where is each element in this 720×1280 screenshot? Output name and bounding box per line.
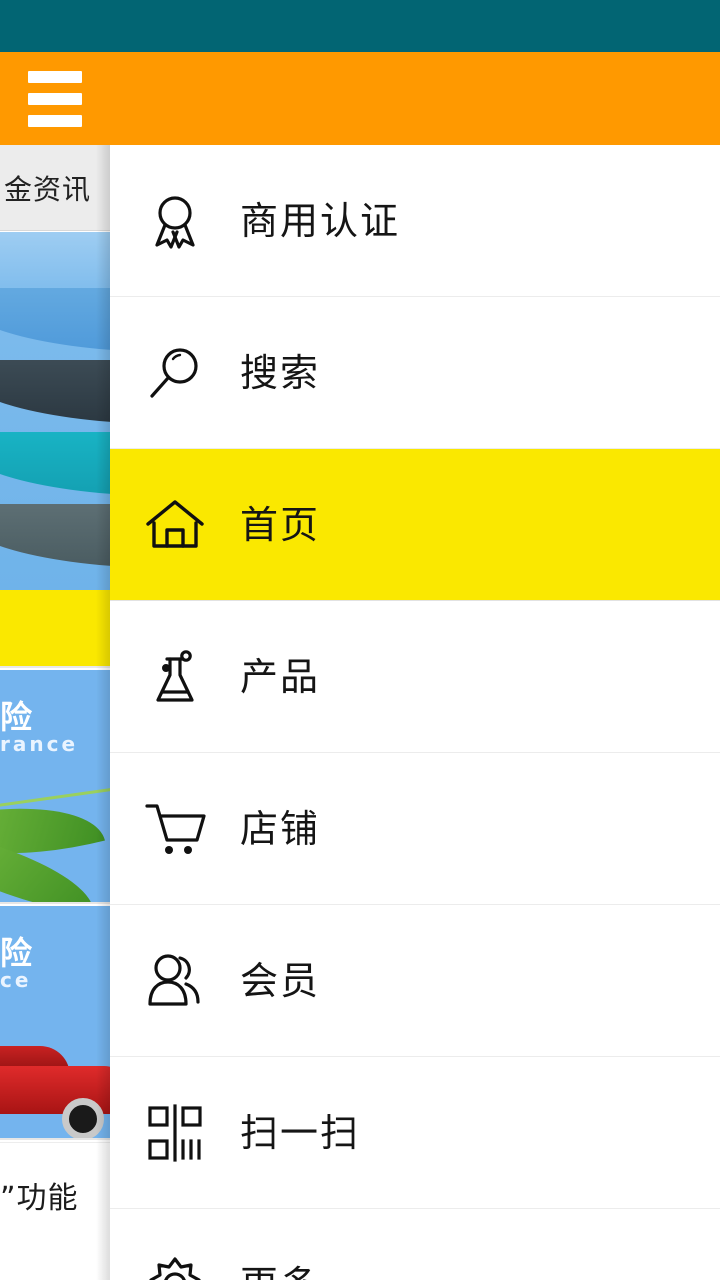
drawer-item-label: 首页 [240, 502, 321, 547]
drawer-item-label: 会员 [240, 958, 321, 1003]
shopping-cart-icon [110, 753, 240, 905]
member-user-icon [110, 905, 240, 1057]
car-illustration-wheel [62, 1098, 104, 1138]
hamburger-menu-button[interactable] [0, 52, 110, 145]
drawer-menu-list: 商用认证 搜索 首页 产品 店铺 会员 扫一扫 [110, 145, 720, 1280]
hamburger-bar [28, 92, 82, 105]
drawer-item-home[interactable]: 首页 [110, 449, 720, 601]
drawer-item-store[interactable]: 店铺 [110, 753, 720, 905]
drawer-item-products[interactable]: 产品 [110, 601, 720, 753]
app-screen: 金资讯 汽车意外 飞机意外、延误 轮船保障 火车保障 险 [0, 0, 720, 1280]
navigation-drawer: 商用认证 搜索 首页 产品 店铺 会员 扫一扫 [110, 52, 720, 1280]
flask-icon [110, 601, 240, 753]
hamburger-bar [28, 70, 82, 83]
hamburger-bar [28, 114, 82, 127]
drawer-item-scan[interactable]: 扫一扫 [110, 1057, 720, 1209]
drawer-item-commercial-certification[interactable]: 商用认证 [110, 145, 720, 297]
gear-icon [110, 1209, 240, 1280]
card-title-en: rance [0, 732, 79, 756]
drawer-header-bar [110, 52, 720, 145]
background-bottom-label: ”功能 [0, 1181, 79, 1216]
background-tab-label: 金资讯 [4, 172, 92, 206]
award-ribbon-icon [110, 145, 240, 297]
drawer-item-label: 产品 [240, 654, 321, 699]
status-bar [0, 0, 720, 52]
drawer-item-label: 搜索 [240, 350, 321, 395]
drawer-item-member[interactable]: 会员 [110, 905, 720, 1057]
drawer-item-label: 扫一扫 [240, 1110, 361, 1155]
drawer-item-label: 更多 [240, 1266, 320, 1280]
drawer-item-label: 店铺 [240, 806, 321, 851]
home-icon [110, 449, 240, 601]
drawer-item-search[interactable]: 搜索 [110, 297, 720, 449]
drawer-item-more[interactable]: 更多 [110, 1209, 720, 1280]
search-icon [110, 297, 240, 449]
qr-scan-icon [110, 1057, 240, 1209]
drawer-item-label: 商用认证 [240, 198, 401, 243]
card-title-en: ce [0, 968, 32, 992]
